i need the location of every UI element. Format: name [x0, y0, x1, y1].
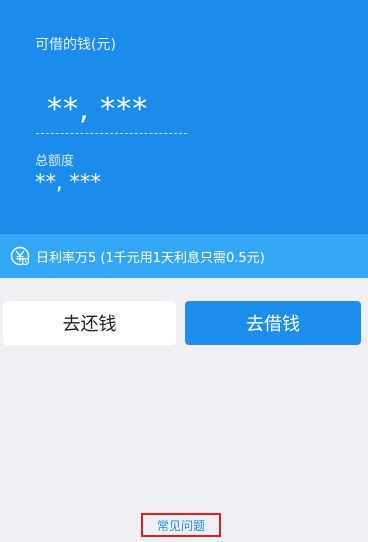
interest-rate-text: 日利率万5 (1千元用1天利息只需0.5元) [36, 251, 265, 266]
total-quota-label: 总额度 [35, 154, 75, 169]
available-amount-value: **, *** [47, 92, 149, 127]
yen-coin-icon [10, 246, 30, 266]
borrow-button[interactable]: 去借钱 [185, 301, 361, 345]
available-amount-label: 可借的钱(元) [35, 37, 116, 53]
dashed-divider [36, 133, 187, 134]
interest-rate-bar: 日利率万5 (1千元用1天利息只需0.5元) [0, 234, 368, 278]
faq-link[interactable]: 常见问题 [141, 513, 221, 537]
total-quota-value: **, *** [35, 170, 101, 194]
quota-panel: 可借的钱(元) **, *** 总额度 **, *** [0, 0, 368, 234]
repay-button[interactable]: 去还钱 [3, 301, 176, 345]
